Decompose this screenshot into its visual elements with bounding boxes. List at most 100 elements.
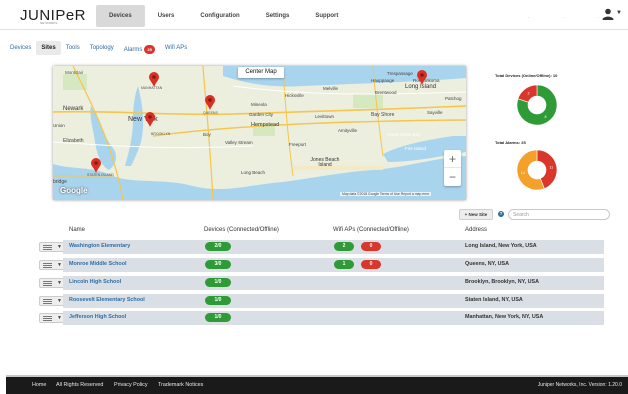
- zoom-in-button[interactable]: +: [444, 150, 461, 168]
- map-label: Garden City: [249, 112, 274, 117]
- column-header-wifi[interactable]: Wifi APs (Connected/Offline): [333, 227, 409, 233]
- column-header-devices[interactable]: Devices (Connected/Offline): [204, 227, 279, 233]
- search-input[interactable]: [513, 211, 603, 218]
- site-name-link[interactable]: Washington Elementary: [69, 243, 130, 249]
- map-marker-icon[interactable]: [205, 95, 215, 110]
- nav-devices[interactable]: Devices: [96, 5, 145, 27]
- map-label: Fire Island: [405, 146, 427, 151]
- caret-down-icon: ▼: [57, 262, 62, 268]
- sub-nav: Devices Sites Tools Topology Alarms 25 Wi…: [0, 40, 192, 56]
- devices-donut-title: Total Devices (Online/Offline): 10: [495, 73, 558, 78]
- map-zoom-control: + −: [444, 150, 461, 186]
- map-label: Mineola: [251, 102, 267, 107]
- sites-map[interactable]: Montclair MANHATTAN Newark New York Unio…: [53, 66, 466, 200]
- map-label: Hauppauge: [371, 78, 395, 83]
- map-label: Patchog: [445, 96, 462, 101]
- help-icon[interactable]: ?: [498, 211, 504, 217]
- main-nav: Devices Users Configuration Settings Sup…: [96, 5, 351, 27]
- footer: Home All Rights Reserved Privacy Policy …: [6, 377, 628, 394]
- footer-privacy-link[interactable]: Privacy Policy: [114, 382, 148, 388]
- map-marker-icon[interactable]: [91, 158, 101, 173]
- map-label: bridge: [53, 179, 67, 185]
- site-address: Long Island, New York, USA: [465, 243, 537, 249]
- tab-tools[interactable]: Tools: [61, 41, 85, 55]
- map-label: Brentwood: [375, 90, 397, 95]
- column-header-name[interactable]: Name: [69, 227, 85, 233]
- site-name-link[interactable]: Jefferson High School: [69, 314, 126, 320]
- tab-topology[interactable]: Topology: [85, 41, 119, 55]
- site-name-link[interactable]: Monroe Middle School: [69, 261, 127, 267]
- footer-home-link[interactable]: Home: [32, 382, 46, 388]
- map-label: QUEENS: [203, 111, 218, 115]
- table-row[interactable]: Washington Elementary 2/0 2 0 Long Islan…: [63, 240, 604, 254]
- map-label: BROOKLYN: [151, 132, 171, 136]
- center-map-button[interactable]: Center Map: [238, 67, 284, 78]
- map-label: Valley Stream: [225, 140, 253, 145]
- search-box: [508, 209, 610, 220]
- map-label: Amityville: [338, 128, 358, 133]
- site-address: Brooklyn, Brooklyn, NY, USA: [465, 279, 539, 285]
- tab-alarms-label: Alarms: [123, 47, 143, 54]
- table-row[interactable]: Monroe Middle School 3/0 1 0 Queens, NY,…: [63, 258, 604, 272]
- logo-subtitle: NETWORKS: [40, 21, 58, 25]
- map-label: Boy: [203, 132, 211, 137]
- nav-settings[interactable]: Settings: [253, 5, 303, 27]
- table-row[interactable]: Roosevelt Elementary School 1/0 Staten I…: [63, 294, 604, 308]
- table-row[interactable]: Lincoln High School 1/0 Brooklyn, Brookl…: [63, 276, 604, 290]
- nav-users[interactable]: Users: [145, 5, 188, 27]
- map-label: Elizabeth: [63, 138, 84, 144]
- footer-rights-text: All Rights Reserved: [56, 382, 104, 388]
- map-label: Trespassage: [387, 71, 413, 76]
- row-actions-menu-button[interactable]: ▼: [39, 313, 65, 323]
- caret-down-icon: ▼: [57, 244, 62, 250]
- row-actions-menu-button[interactable]: ▼: [39, 278, 65, 288]
- zoom-out-button[interactable]: −: [444, 168, 461, 186]
- donut-slice-label: 11: [549, 166, 553, 170]
- nav-support[interactable]: Support: [302, 5, 351, 27]
- tab-devices[interactable]: Devices: [5, 41, 36, 55]
- map-label: Union: [53, 123, 65, 128]
- site-address: Manhattan, New York, NY, USA: [465, 314, 544, 320]
- map-label: Montclair: [65, 70, 84, 75]
- row-actions-menu-button[interactable]: ▼: [39, 242, 65, 252]
- map-marker-icon[interactable]: [149, 72, 159, 87]
- hamburger-icon: [43, 316, 52, 321]
- map-label: Sayville: [427, 110, 443, 115]
- user-menu-caret-icon[interactable]: ▼: [616, 10, 622, 16]
- map-attribution[interactable]: Map data ©2018 Google Terms of Use Repor…: [340, 192, 432, 196]
- site-name-link[interactable]: Lincoln High School: [69, 279, 121, 285]
- nav-configuration[interactable]: Configuration: [187, 5, 252, 27]
- map-marker-icon[interactable]: [145, 112, 155, 127]
- map-label: Levittown: [315, 114, 335, 119]
- table-row[interactable]: Jefferson High School 1/0 Manhattan, New…: [63, 311, 604, 325]
- tab-wifi-aps[interactable]: Wifi APs: [160, 41, 192, 55]
- site-address: Staten Island, NY, USA: [465, 297, 523, 303]
- row-actions-menu-button[interactable]: ▼: [39, 296, 65, 306]
- tab-sites[interactable]: Sites: [36, 41, 61, 55]
- devices-count-pill: 2/0: [205, 242, 231, 251]
- footer-trademark-link[interactable]: Trademark Notices: [158, 382, 203, 388]
- column-header-address[interactable]: Address: [465, 227, 487, 233]
- map-label: Jones Beach Island: [310, 157, 340, 168]
- user-icon[interactable]: [602, 8, 614, 20]
- new-site-button[interactable]: + New Site: [459, 209, 493, 220]
- map-marker-icon[interactable]: [417, 70, 427, 85]
- map-label: Newark: [63, 106, 84, 112]
- caret-down-icon: ▼: [57, 315, 62, 321]
- tab-alarms[interactable]: Alarms 25: [119, 41, 160, 55]
- hamburger-icon: [43, 245, 52, 250]
- donut-slice-label: 8: [545, 115, 547, 119]
- map-label: Great South Bay: [387, 132, 421, 137]
- map-label: Hicksville: [285, 93, 304, 98]
- wifi-offline-pill: 0: [361, 242, 381, 251]
- hamburger-icon: [43, 263, 52, 268]
- caret-down-icon: ▼: [57, 280, 62, 286]
- hamburger-icon: [43, 299, 52, 304]
- site-name-link[interactable]: Roosevelt Elementary School: [69, 297, 145, 303]
- map-label: Long Beach: [241, 170, 266, 175]
- donut-slice-label: 14: [521, 171, 525, 175]
- row-actions-menu-button[interactable]: ▼: [39, 260, 65, 270]
- alarms-donut-chart: 11 14: [516, 149, 558, 191]
- hamburger-icon: [43, 281, 52, 286]
- map-label: Hempstead: [251, 122, 280, 128]
